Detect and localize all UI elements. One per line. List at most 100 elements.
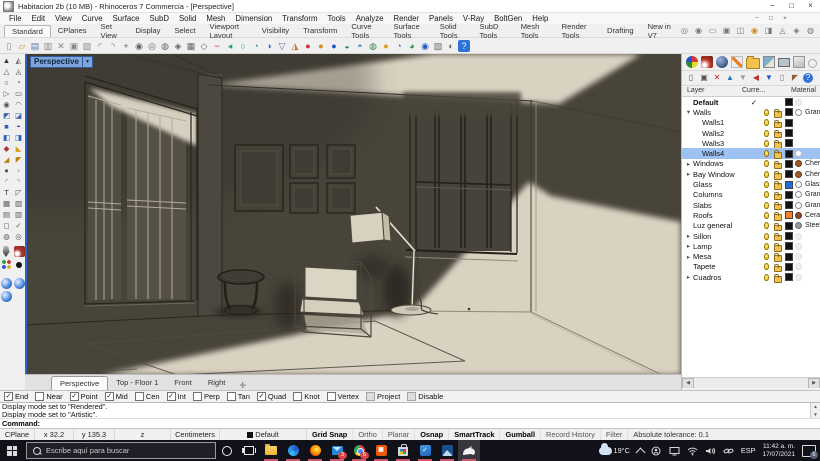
viewport-title[interactable]: Perspective xyxy=(30,56,83,68)
sidebar-tool-icon[interactable]: ◣ xyxy=(13,144,24,154)
layer-material-ball[interactable] xyxy=(795,243,802,250)
sidebar-tool-icon[interactable]: ▦ xyxy=(1,199,12,209)
sidebar-tool-icon[interactable]: ◉ xyxy=(1,100,12,110)
edge-button[interactable] xyxy=(282,440,304,461)
photos-button[interactable] xyxy=(436,440,458,461)
layer-name[interactable]: Mesa xyxy=(693,252,711,261)
sidebar-tool-icon[interactable]: ▧ xyxy=(13,199,24,209)
toolbar-icon[interactable]: ◉ xyxy=(419,40,431,52)
rhino-taskbar-button[interactable] xyxy=(458,440,480,461)
layer-visibility-bulb-icon[interactable] xyxy=(764,181,769,188)
display-tab-icon[interactable] xyxy=(731,56,743,68)
layer-visibility-bulb-icon[interactable] xyxy=(764,130,769,137)
sidebar-tool-icon[interactable]: ◸ xyxy=(13,188,24,198)
toolbar-icon[interactable]: ▥ xyxy=(42,40,54,52)
layer-name[interactable]: Tapete xyxy=(693,262,716,271)
toolbar-icon[interactable]: ◂ xyxy=(224,40,236,52)
toolbar-icon[interactable]: ◔ xyxy=(250,40,262,52)
layer-color-swatch[interactable] xyxy=(785,253,793,261)
toolbar-corner-icon[interactable]: ◎ xyxy=(679,25,690,36)
sidebar-tool-icon[interactable]: ▷ xyxy=(1,89,12,99)
sidebar-tool-icon[interactable]: ▭ xyxy=(13,89,24,99)
minimize-button[interactable]: − xyxy=(763,0,782,12)
vray-interactive-icon[interactable] xyxy=(14,278,25,289)
layer-name[interactable]: Walls4 xyxy=(702,149,724,158)
maximize-button[interactable]: □ xyxy=(782,0,801,12)
status-toggle[interactable]: Gumball xyxy=(500,429,541,440)
libraries-tab-icon[interactable] xyxy=(793,56,805,68)
toolbar-icon[interactable]: ▽ xyxy=(276,40,288,52)
sidebar-tool-icon[interactable]: ◨ xyxy=(13,133,24,143)
toolbar-icon[interactable]: ◉ xyxy=(133,40,145,52)
layer-color-swatch[interactable] xyxy=(785,139,793,147)
toolbar-tab[interactable]: Drafting xyxy=(600,25,641,36)
layer-name[interactable]: Walls1 xyxy=(702,118,724,127)
language-indicator[interactable]: ESP xyxy=(741,446,756,455)
layer-row[interactable]: ▾ Walls Grani xyxy=(682,107,820,117)
todo-app-button[interactable]: ✓ xyxy=(414,440,436,461)
weather-widget[interactable]: 19°C xyxy=(599,446,630,455)
store-button[interactable] xyxy=(392,440,414,461)
layer-color-swatch[interactable] xyxy=(785,232,793,240)
layer-tool-icon[interactable]: ▲ xyxy=(725,73,735,83)
sidebar-tool-icon[interactable]: ◝ xyxy=(13,177,24,187)
clock[interactable]: 11:42 a. m. 17/07/2021 xyxy=(762,443,795,459)
firefox-button[interactable] xyxy=(304,440,326,461)
layer-expand-arrow[interactable]: ▸ xyxy=(684,160,693,168)
toolbar-tab[interactable]: Visibility xyxy=(255,25,296,36)
layer-tool-icon[interactable]: ▯ xyxy=(686,73,696,83)
toolbar-icon[interactable]: ◜ xyxy=(94,40,106,52)
wifi-tray-icon[interactable] xyxy=(687,445,698,456)
layer-material-ball[interactable] xyxy=(795,99,802,106)
layer-row[interactable]: ▸ Lamp xyxy=(682,241,820,251)
layer-row[interactable]: Walls3 xyxy=(682,138,820,148)
osnap-checkbox[interactable] xyxy=(4,392,13,401)
layer-name[interactable]: Lamp xyxy=(693,242,712,251)
layer-visibility-bulb-icon[interactable] xyxy=(764,212,769,219)
osnap-toggle[interactable]: Quad xyxy=(257,392,286,401)
layer-visibility-bulb-icon[interactable] xyxy=(764,171,769,178)
layer-row[interactable]: ▸ Windows Cherr xyxy=(682,159,820,169)
sidebar-tool-icon[interactable]: ▲ xyxy=(1,56,12,66)
toolbar-icon[interactable]: ▣ xyxy=(68,40,80,52)
layer-color-swatch[interactable] xyxy=(785,181,793,189)
layer-tool-icon[interactable]: ◀ xyxy=(751,73,761,83)
display-tray-icon[interactable] xyxy=(669,445,680,456)
toolbar-icon[interactable]: − xyxy=(211,40,223,52)
pdf-app-button[interactable]: ▣ xyxy=(370,440,392,461)
osnap-checkbox[interactable] xyxy=(135,392,144,401)
toolbar-tab[interactable]: Select xyxy=(167,25,202,36)
layer-material-ball[interactable] xyxy=(795,181,802,188)
toolbar-corner-icon[interactable]: ◉ xyxy=(693,25,704,36)
viewport-menu-chevron-icon[interactable]: ▼ xyxy=(83,56,93,68)
layer-row[interactable]: Walls1 xyxy=(682,118,820,128)
layer-expand-arrow[interactable]: ▸ xyxy=(684,242,693,250)
osnap-toggle[interactable]: Cen xyxy=(135,392,160,401)
user-tray-icon[interactable] xyxy=(651,445,662,456)
toolbar-icon[interactable]: ◈ xyxy=(172,40,184,52)
osnap-toggle[interactable]: End xyxy=(4,392,28,401)
layer-material-ball[interactable] xyxy=(795,253,802,260)
tray-expand-chevron-icon[interactable] xyxy=(635,447,645,457)
sidebar-tool-icon[interactable]: ● xyxy=(1,166,12,176)
notification-center-button[interactable]: 6 xyxy=(802,445,816,457)
toolbar-icon[interactable]: ◎ xyxy=(146,40,158,52)
layer-material-ball[interactable] xyxy=(795,191,802,198)
close-button[interactable]: × xyxy=(801,0,820,12)
sidebar-tool-icon[interactable]: ◭ xyxy=(13,56,24,66)
point-style-icon[interactable] xyxy=(16,262,22,268)
layer-name[interactable]: Walls2 xyxy=(702,129,724,138)
layer-material-ball[interactable] xyxy=(795,263,802,270)
layer-name[interactable]: Slabs xyxy=(693,201,712,210)
layer-expand-arrow[interactable]: ▾ xyxy=(684,108,693,116)
sidebar-tool-icon[interactable]: T xyxy=(1,188,12,198)
sidebar-tool-icon[interactable]: ◜ xyxy=(1,177,12,187)
layer-row[interactable]: ▸ Bay Window Cherr xyxy=(682,169,820,179)
layer-row[interactable]: ▸ Cuadros xyxy=(682,272,820,282)
sidebar-tool-icon[interactable]: ■ xyxy=(1,122,12,132)
osnap-toggle[interactable]: Project xyxy=(366,392,400,401)
toolbar-corner-icon[interactable]: ◈ xyxy=(791,25,802,36)
toolbar-icon[interactable]: ◍ xyxy=(367,40,379,52)
chrome-button[interactable]: 6 xyxy=(348,440,370,461)
rendering-tab-icon[interactable] xyxy=(763,56,775,68)
